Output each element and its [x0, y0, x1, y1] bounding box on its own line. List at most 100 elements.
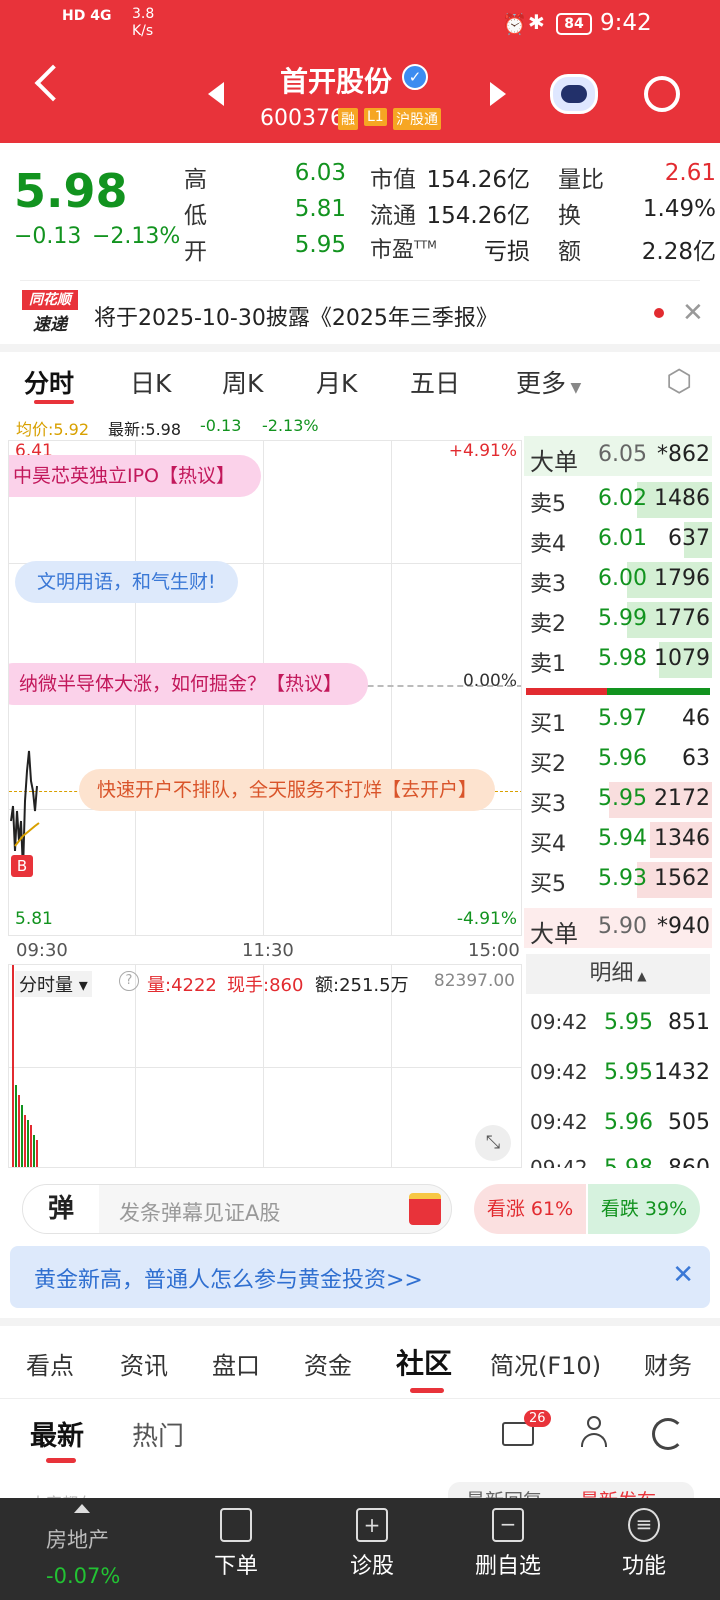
subtab-hot[interactable]: 热门: [132, 1416, 184, 1453]
high-value: 6.03: [294, 160, 346, 186]
verified-icon: ✓: [402, 64, 428, 90]
section-gap-2: [0, 1318, 720, 1326]
volume-type-dropdown[interactable]: 分时量 ▾: [15, 971, 92, 997]
bearish-button[interactable]: 看跌 39%: [588, 1184, 700, 1234]
volume-amount: 额:251.5万: [315, 975, 409, 996]
notice-dot: [654, 308, 664, 318]
danmu-4[interactable]: 快速开户不排队，全天服务不打烊【去开户】: [79, 769, 496, 811]
amount-label: 额: [558, 239, 581, 265]
high-label: 高: [184, 167, 207, 193]
menu-icon: ≡: [628, 1508, 660, 1542]
tab-day-k[interactable]: 日K: [130, 364, 171, 400]
tick-row: 09:42 5.95 1432: [530, 1060, 710, 1085]
sector-change: -0.07%: [46, 1564, 121, 1588]
nav-finance[interactable]: 财务: [644, 1346, 692, 1381]
sector-name[interactable]: 房地产: [46, 1524, 109, 1554]
badge-l1: L1: [364, 108, 387, 126]
chart-bot-pct: -4.91%: [456, 909, 517, 929]
detail-header[interactable]: 明细 ▲: [526, 954, 710, 994]
chart-mid-pct: 0.00%: [462, 671, 517, 691]
mcap-value: 154.26亿: [426, 167, 530, 193]
nav-f10[interactable]: 简况(F10): [490, 1346, 601, 1381]
turnover-value: 1.49%: [642, 196, 716, 222]
info-pct: -2.13%: [262, 416, 319, 435]
diagnose-icon: +: [356, 1508, 388, 1542]
tab-more[interactable]: 更多 ▼: [516, 364, 581, 400]
stock-code: 600376: [260, 106, 344, 131]
big-sell-row: 大单 6.05 *862: [524, 436, 712, 476]
alarm-icon: ⏰: [502, 12, 527, 36]
big-buy-row: 大单 5.90 *940: [524, 908, 712, 948]
price-change: −0.13: [14, 224, 82, 249]
subtab-latest[interactable]: 最新: [30, 1414, 84, 1453]
bid-row: 买4 5.94 1346: [524, 820, 712, 860]
search-icon[interactable]: [644, 76, 680, 112]
bid-row: 买5 5.93 1562: [524, 860, 712, 900]
battery-icon: 84: [556, 13, 592, 35]
volume-now: 现手:860: [227, 975, 304, 996]
buy-marker: B: [11, 855, 33, 877]
tab-intraday[interactable]: 分时: [24, 364, 74, 400]
nav-community[interactable]: 社区: [396, 1342, 452, 1382]
danmu-3[interactable]: 纳微半导体大涨，如何掘金？【热议】: [9, 663, 369, 705]
intraday-chart[interactable]: 6.41 +4.91% 0.00% 5.81 -4.91% B 早，中昊芯英独立…: [8, 440, 522, 936]
robot-assistant-icon[interactable]: [550, 74, 598, 114]
nav-funds[interactable]: 资金: [304, 1346, 352, 1381]
banner-close-icon[interactable]: ✕: [672, 1260, 694, 1290]
bullish-button[interactable]: 看涨 61%: [474, 1184, 586, 1234]
bluetooth-icon: ✱: [528, 10, 545, 34]
gift-icon[interactable]: [409, 1193, 441, 1225]
section-gap: [0, 344, 720, 352]
time-end: 15:00: [468, 940, 520, 961]
user-icon[interactable]: [580, 1416, 608, 1450]
float-label: 流通: [370, 203, 416, 229]
vr-value: 2.61: [664, 160, 716, 186]
next-stock-button[interactable]: [490, 82, 506, 106]
remove-watchlist-button[interactable]: − 删自选: [458, 1498, 558, 1580]
danmu-input-bar[interactable]: 弹 发条弹幕见证A股: [22, 1184, 452, 1234]
open-value: 5.95: [294, 232, 346, 258]
tab-month-k[interactable]: 月K: [316, 364, 357, 400]
notice-close-icon[interactable]: ✕: [682, 298, 704, 328]
settings-hexagon-icon[interactable]: ⬡: [666, 364, 692, 399]
ask-row: 卖3 6.00 1796: [524, 560, 712, 600]
danmu-2[interactable]: 文明用语，和气生财!: [15, 561, 238, 603]
nav-highlights[interactable]: 看点: [26, 1346, 74, 1381]
danmu-placeholder: 发条弹幕见证A股: [119, 1201, 281, 1225]
tick-row: 09:425.98860: [530, 1156, 710, 1168]
remove-icon: −: [492, 1508, 524, 1542]
nav-orderbook[interactable]: 盘口: [212, 1346, 260, 1381]
status-speed: 3.8 K/s: [132, 6, 155, 39]
badge-rong: 融: [338, 108, 358, 130]
gold-banner[interactable]: 黄金新高，普通人怎么参与黄金投资>> ✕: [10, 1246, 710, 1308]
order-button[interactable]: 下单: [186, 1498, 286, 1580]
notice-text[interactable]: 将于2025-10-30披露《2025年三季报》: [94, 300, 498, 332]
chart-top-pct: +4.91%: [448, 441, 517, 461]
nav-news[interactable]: 资讯: [120, 1346, 168, 1381]
tab-five-day[interactable]: 五日: [410, 364, 460, 400]
avg-price: 均价:5.92: [16, 420, 90, 439]
float-value: 154.26亿: [426, 203, 530, 229]
functions-button[interactable]: ≡ 功能: [594, 1498, 694, 1580]
badge-hgt: 沪股通: [393, 108, 441, 130]
info-change: -0.13: [200, 416, 242, 435]
ask-row: 卖2 5.99 1776: [524, 600, 712, 640]
chart-bot-price: 5.81: [15, 909, 53, 929]
danmu-badge: 弹: [23, 1185, 99, 1233]
expand-icon[interactable]: ⤡: [475, 1125, 511, 1161]
refresh-icon[interactable]: [652, 1418, 684, 1450]
open-label: 开: [184, 239, 207, 265]
bid-row: 买3 5.95 2172: [524, 780, 712, 820]
back-button[interactable]: [34, 64, 72, 102]
danmu-1[interactable]: 早，中昊芯英独立IPO【热议】: [9, 455, 262, 497]
current-price: 5.98: [14, 164, 128, 218]
last-price: 最新:5.98: [108, 420, 182, 439]
help-icon[interactable]: ?: [119, 971, 139, 991]
volume-max: 82397.00: [433, 971, 515, 991]
tab-week-k[interactable]: 周K: [222, 364, 263, 400]
prev-stock-button[interactable]: [208, 82, 224, 106]
diagnose-button[interactable]: + 诊股: [322, 1498, 422, 1580]
nav-active-indicator: [410, 1388, 444, 1393]
subtab-active-indicator: [46, 1458, 76, 1463]
price-change-pct: −2.13%: [92, 224, 181, 249]
